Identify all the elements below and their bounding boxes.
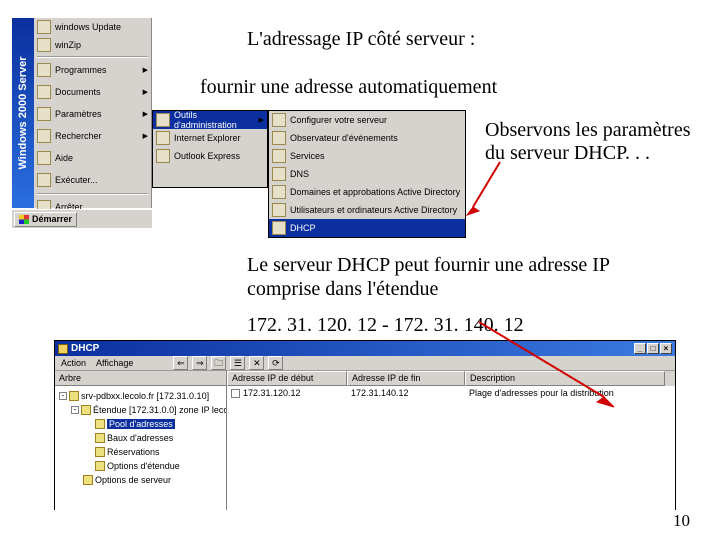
folder-icon — [95, 447, 105, 457]
submenu-arrow-icon: ▶ — [143, 88, 148, 96]
dhcp-icon — [272, 221, 286, 235]
tree-item[interactable]: -Étendue [172.31.0.0] zone IP lecolo — [57, 403, 224, 417]
menu-item[interactable]: Documents▶ — [34, 81, 151, 103]
folder-icon — [156, 113, 170, 127]
forward-button[interactable]: ⇒ — [192, 356, 207, 370]
window-title: DHCP — [71, 343, 99, 354]
menu-item[interactable]: Rechercher▶ — [34, 125, 151, 147]
observation-text: Observons les paramètres du serveur DHCP… — [485, 119, 695, 165]
folder-icon — [95, 433, 105, 443]
start-button[interactable]: Démarrer — [14, 212, 77, 227]
windows-banner: Windows 2000 Server — [12, 18, 34, 208]
tool-icon — [272, 149, 286, 163]
folder-icon — [95, 419, 105, 429]
menu-item[interactable]: Outils d'administration▶ — [153, 111, 267, 129]
tree-header: Arbre — [55, 371, 226, 386]
expand-toggle[interactable]: - — [71, 406, 79, 414]
folder-icon — [95, 461, 105, 471]
taskbar: Démarrer — [12, 209, 152, 228]
menu-item[interactable]: Configurer votre serveur — [269, 111, 465, 129]
column-header[interactable]: Adresse IP de fin — [347, 371, 465, 386]
menu-item[interactable]: Internet Explorer — [153, 129, 267, 147]
submenu-arrow-icon: ▶ — [143, 66, 148, 74]
tree-item[interactable]: Baux d'adresses — [57, 431, 224, 445]
menu-item[interactable]: Programmes▶ — [34, 59, 151, 81]
up-button[interactable]: 🗀 — [211, 356, 226, 370]
refresh-button[interactable]: ⟳ — [268, 356, 283, 370]
menu-item[interactable]: Aide — [34, 147, 151, 169]
submenu-arrow-icon: ▶ — [259, 116, 264, 124]
tree-item[interactable]: Réservations — [57, 445, 224, 459]
folder-icon — [81, 405, 91, 415]
close-button[interactable]: × — [660, 343, 672, 354]
tool-icon — [272, 167, 286, 181]
submenu-arrow-icon: ▶ — [143, 132, 148, 140]
search-icon — [37, 129, 51, 143]
banner-text: Windows 2000 Server — [17, 56, 29, 169]
winzip-icon — [37, 38, 51, 52]
programs-icon — [37, 63, 51, 77]
menu-item[interactable]: Services — [269, 147, 465, 165]
outlook-icon — [156, 149, 170, 163]
menu-item[interactable]: Exécuter... — [34, 169, 151, 191]
menu-item[interactable]: Observateur d'événements — [269, 129, 465, 147]
start-menu-column: windows Update winZip Programmes▶ Docume… — [34, 18, 152, 208]
help-icon — [37, 151, 51, 165]
tool-icon — [272, 113, 286, 127]
delete-button[interactable]: ✕ — [249, 356, 264, 370]
toolbar: ⇐ ⇒ 🗀 ☰ ✕ ⟳ — [173, 356, 283, 370]
submenu-arrow-icon: ▶ — [143, 110, 148, 118]
admin-tools-submenu: Configurer votre serveur Observateur d'é… — [268, 110, 466, 238]
maximize-button[interactable]: □ — [647, 343, 659, 354]
menu-action[interactable]: Action — [61, 358, 86, 368]
tool-icon — [272, 203, 286, 217]
menu-item[interactable]: winZip — [34, 36, 151, 54]
menu-item[interactable]: DNS — [269, 165, 465, 183]
tree-item[interactable]: Options de serveur — [57, 473, 224, 487]
dhcp-icon — [58, 344, 68, 354]
windows-flag-icon — [19, 215, 29, 224]
menu-item[interactable]: Domaines et approbations Active Director… — [269, 183, 465, 201]
globe-icon — [37, 20, 51, 34]
tool-icon — [272, 131, 286, 145]
programs-submenu: Outils d'administration▶ Internet Explor… — [152, 110, 268, 188]
arrow-annotation — [474, 317, 634, 417]
menu-item[interactable]: Utilisateurs et ordinateurs Active Direc… — [269, 201, 465, 219]
settings-icon — [37, 107, 51, 121]
menu-item[interactable]: Outlook Express — [153, 147, 267, 165]
range-icon — [231, 389, 240, 398]
arrow-annotation — [465, 157, 505, 217]
tree-item[interactable]: Options d'étendue — [57, 459, 224, 473]
expand-toggle[interactable]: - — [59, 392, 67, 400]
tree-item[interactable]: Pool d'adresses — [57, 417, 224, 431]
back-button[interactable]: ⇐ — [173, 356, 188, 370]
menu-item-dhcp[interactable]: DHCP — [269, 219, 465, 237]
ie-icon — [156, 131, 170, 145]
menu-view[interactable]: Affichage — [96, 358, 133, 368]
page-number: 10 — [673, 511, 690, 531]
separator — [37, 56, 148, 57]
folder-icon — [69, 391, 79, 401]
description-text: Le serveur DHCP peut fournir une adresse… — [247, 253, 677, 301]
props-button[interactable]: ☰ — [230, 356, 245, 370]
tool-icon — [272, 185, 286, 199]
menu-item[interactable]: Paramètres▶ — [34, 103, 151, 125]
documents-icon — [37, 85, 51, 99]
minimize-button[interactable]: _ — [634, 343, 646, 354]
folder-icon — [83, 475, 93, 485]
start-menu-screenshot: Windows 2000 Server windows Update winZi… — [12, 10, 472, 244]
separator — [37, 193, 148, 194]
menu-item[interactable]: windows Update — [34, 18, 151, 36]
column-header[interactable]: Adresse IP de début — [227, 371, 347, 386]
tree-item[interactable]: -srv-pdbxx.lecolo.fr [172.31.0.10] — [57, 389, 224, 403]
tree-pane: Arbre -srv-pdbxx.lecolo.fr [172.31.0.10]… — [55, 371, 227, 510]
run-icon — [37, 173, 51, 187]
